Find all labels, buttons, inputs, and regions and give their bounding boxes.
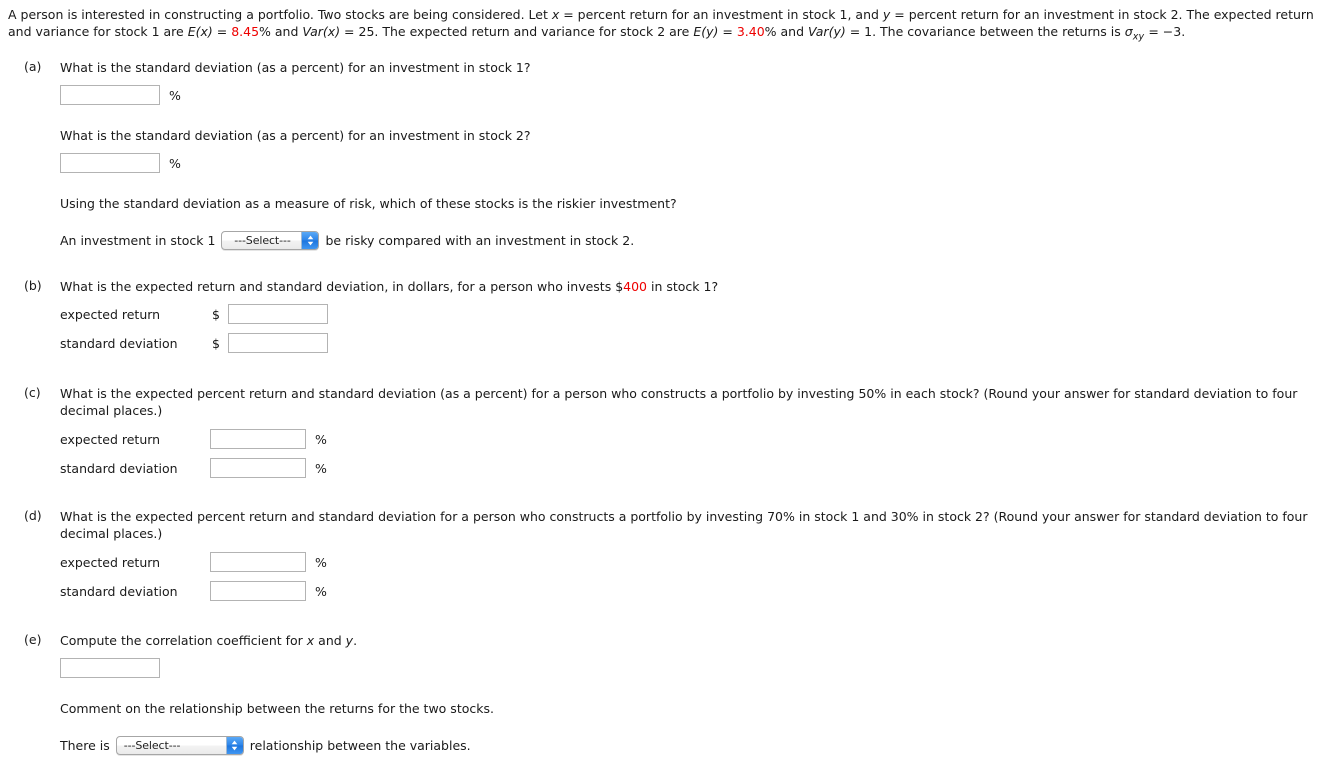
dollar-sign-b1: $ bbox=[212, 306, 220, 322]
part-a-question-1: What is the standard deviation (as a per… bbox=[60, 60, 531, 76]
part-e-variable-y: y bbox=[345, 633, 354, 649]
part-d-std-dev-input[interactable] bbox=[210, 581, 306, 602]
sigma-subscript: xy bbox=[1132, 31, 1145, 43]
part-c-std-dev-input[interactable] bbox=[210, 458, 306, 479]
correlation-coefficient-input[interactable] bbox=[60, 658, 160, 679]
intro-text-6: % and bbox=[764, 24, 809, 39]
stock2-std-dev-input[interactable] bbox=[60, 153, 160, 174]
percent-unit-a1: % bbox=[169, 87, 181, 103]
part-e-sentence-suffix: relationship between the variables. bbox=[249, 738, 471, 754]
part-a-question-2: What is the standard deviation (as a per… bbox=[60, 128, 531, 144]
part-a-answer-row-2: % bbox=[60, 153, 1328, 174]
part-c: (c) What is the expected percent return … bbox=[8, 385, 1328, 479]
sigma-symbol: σ bbox=[1124, 24, 1133, 39]
part-b-label: (b) bbox=[24, 278, 42, 294]
part-a-select-sentence: An investment in stock 1 ---Select--- be… bbox=[60, 231, 1328, 251]
part-c-expected-return-input[interactable] bbox=[210, 429, 306, 450]
riskier-investment-select[interactable]: ---Select--- bbox=[221, 231, 320, 251]
percent-unit-d1: % bbox=[315, 554, 327, 570]
variance-x-number: 25 bbox=[358, 24, 375, 39]
variance-y-label: Var(y) bbox=[808, 24, 846, 39]
part-a-question-3: Using the standard deviation as a measur… bbox=[60, 196, 677, 212]
percent-unit-a2: % bbox=[169, 155, 181, 171]
intro-text-4: % and bbox=[259, 24, 303, 39]
part-c-expected-return-label: expected return bbox=[60, 431, 161, 447]
percent-unit-d2: % bbox=[315, 583, 327, 599]
part-e-answer-row bbox=[60, 658, 1328, 679]
percent-unit-c1: % bbox=[315, 431, 327, 447]
relationship-type-select-value: ---Select--- bbox=[123, 739, 181, 753]
equals-4: = bbox=[845, 24, 865, 39]
part-a: (a) What is the standard deviation (as a… bbox=[8, 59, 1328, 251]
problem-statement: A person is interested in constructing a… bbox=[8, 6, 1328, 45]
part-d-expected-return-input[interactable] bbox=[210, 552, 306, 573]
relationship-type-select[interactable]: ---Select--- bbox=[115, 736, 244, 756]
stock1-std-dev-input[interactable] bbox=[60, 85, 160, 106]
part-e-question: Compute the correlation coefficient for … bbox=[60, 632, 1328, 649]
intro-text-2: = percent return for an investment in st… bbox=[559, 7, 883, 22]
part-b-std-dev-input[interactable] bbox=[228, 333, 328, 354]
part-c-expected-return-row: expected return % bbox=[60, 429, 1328, 450]
equals-2: = bbox=[340, 24, 359, 39]
part-e-select-sentence: There is ---Select--- relationship betwe… bbox=[60, 736, 1328, 756]
part-e-comment-prompt: Comment on the relationship between the … bbox=[60, 701, 494, 717]
part-c-std-dev-label: standard deviation bbox=[60, 460, 178, 476]
variance-x-label: Var(x) bbox=[302, 24, 341, 39]
dollar-sign-b2: $ bbox=[212, 335, 220, 351]
sigma-value: = −3. bbox=[1144, 24, 1186, 39]
part-c-question: What is the expected percent return and … bbox=[60, 386, 1298, 419]
part-e-label: (e) bbox=[24, 632, 42, 648]
intro-text-1: A person is interested in constructing a… bbox=[8, 7, 552, 22]
part-e-sentence-prefix: There is bbox=[60, 738, 110, 754]
expected-value-x-label: E(x) bbox=[187, 24, 213, 39]
part-b-investment-amount: 400 bbox=[623, 279, 648, 295]
part-e-question-prefix: Compute the correlation coefficient for bbox=[60, 633, 307, 649]
part-b-question-prefix: What is the expected return and standard… bbox=[60, 279, 624, 295]
part-d-expected-return-row: expected return % bbox=[60, 552, 1328, 573]
chevron-updown-icon bbox=[225, 737, 243, 755]
equals-1: = bbox=[212, 24, 232, 39]
intro-text-7: . The covariance between the returns is bbox=[872, 24, 1125, 39]
part-b-question: What is the expected return and standard… bbox=[60, 278, 1328, 295]
variance-y-number: 1 bbox=[864, 24, 873, 39]
part-a-sentence-prefix: An investment in stock 1 bbox=[60, 233, 216, 249]
part-d-question: What is the expected percent return and … bbox=[60, 509, 1308, 542]
part-a-answer-row-1: % bbox=[60, 85, 1328, 106]
percent-unit-c2: % bbox=[315, 460, 327, 476]
part-e-question-mid: and bbox=[314, 633, 346, 649]
part-b-question-suffix: in stock 1? bbox=[647, 279, 719, 295]
part-c-std-dev-row: standard deviation % bbox=[60, 458, 1328, 479]
covariance-notation: σxy = −3. bbox=[1125, 23, 1185, 45]
intro-text-5: . The expected return and variance for s… bbox=[374, 24, 694, 39]
part-d-std-dev-row: standard deviation % bbox=[60, 581, 1328, 602]
part-b-expected-return-label: expected return bbox=[60, 306, 161, 322]
part-e: (e) Compute the correlation coefficient … bbox=[8, 632, 1328, 756]
part-d-std-dev-label: standard deviation bbox=[60, 583, 178, 599]
chevron-updown-icon bbox=[301, 232, 319, 250]
part-d: (d) What is the expected percent return … bbox=[8, 508, 1328, 602]
expected-value-y-number: 3.40 bbox=[736, 24, 765, 39]
part-b: (b) What is the expected return and stan… bbox=[8, 278, 1328, 354]
part-e-question-end: . bbox=[353, 633, 358, 649]
part-d-label: (d) bbox=[24, 508, 42, 524]
part-d-expected-return-label: expected return bbox=[60, 554, 161, 570]
equals-3: = bbox=[718, 24, 737, 39]
part-b-expected-return-row: expected return $ bbox=[60, 304, 1328, 325]
part-b-expected-return-input[interactable] bbox=[228, 304, 328, 325]
expected-value-y-label: E(y) bbox=[693, 24, 719, 39]
part-a-sentence-suffix: be risky compared with an investment in … bbox=[325, 233, 635, 249]
riskier-investment-select-value: ---Select--- bbox=[234, 234, 291, 248]
expected-value-x-number: 8.45 bbox=[231, 24, 260, 39]
part-b-std-dev-label: standard deviation bbox=[60, 335, 178, 351]
problem-page: A person is interested in constructing a… bbox=[0, 0, 1336, 756]
part-c-label: (c) bbox=[24, 385, 41, 401]
part-a-label: (a) bbox=[24, 59, 42, 75]
part-b-std-dev-row: standard deviation $ bbox=[60, 333, 1328, 354]
